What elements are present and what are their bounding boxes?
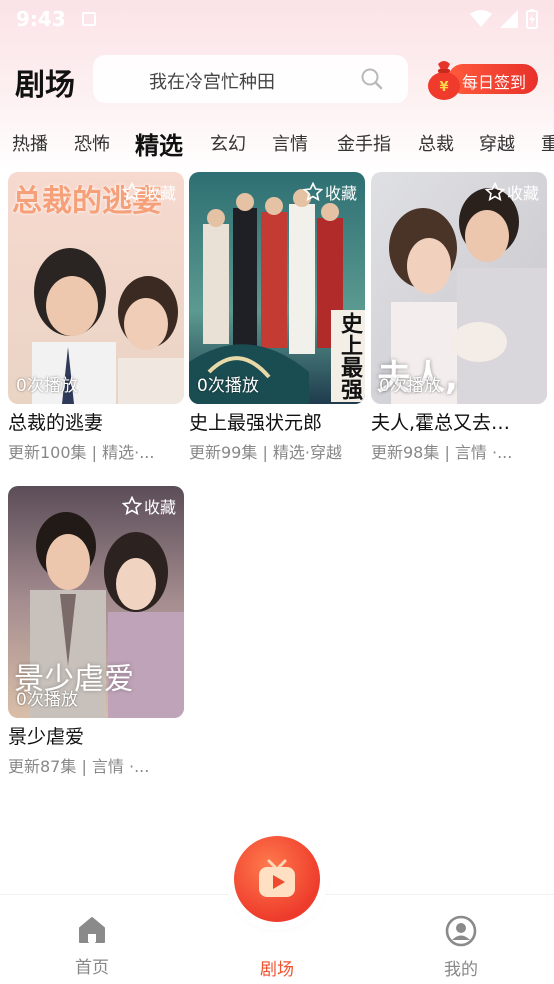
- wifi-icon: [470, 10, 492, 27]
- status-icons: [470, 9, 538, 29]
- drama-poster[interactable]: 景少虐爱 收藏 0次播放: [8, 486, 184, 718]
- favorite-label: 收藏: [143, 498, 176, 517]
- drama-title[interactable]: 总裁的逃妻: [8, 408, 184, 435]
- play-count: 0次播放: [379, 376, 441, 396]
- star-icon: [484, 182, 505, 202]
- drama-card[interactable]: 史上最强 收藏 0次播放 史上最强状元郎 更新99集 | 精选·穿越: [189, 172, 365, 463]
- drama-poster[interactable]: 史上最强 收藏 0次播放: [189, 172, 365, 404]
- drama-meta: 更新87集 | 言情 ·...: [8, 757, 150, 776]
- drama-poster[interactable]: 总裁的逃妻 收藏 0次播放: [8, 172, 184, 404]
- profile-icon: [445, 915, 477, 947]
- checkin-label: 每日签到: [462, 73, 527, 92]
- drama-card[interactable]: 总裁的逃妻 收藏 0次播放 总裁的逃妻 更新100集 | 精选·...: [8, 172, 184, 463]
- status-bar: 9:43: [0, 0, 554, 38]
- money-bag-icon: ¥: [428, 61, 460, 100]
- play-count: 0次播放: [197, 376, 259, 396]
- search-input[interactable]: 我在冷宫忙种田: [93, 55, 408, 103]
- notification-icon: [81, 12, 96, 26]
- theater-icon: [259, 859, 295, 897]
- favorite-label: 收藏: [506, 184, 539, 203]
- tab-fantasy[interactable]: 玄幻: [210, 130, 246, 156]
- drama-title[interactable]: 史上最强状元郎: [189, 408, 365, 435]
- nav-home-label: 首页: [75, 958, 109, 978]
- home-icon: [79, 917, 105, 943]
- nav-profile[interactable]: 我的: [421, 915, 501, 980]
- tab-horror[interactable]: 恐怖: [74, 130, 110, 156]
- search-placeholder: 我在冷宫忙种田: [149, 72, 275, 93]
- drama-title[interactable]: 夫人,霍总又去…: [371, 408, 547, 435]
- play-count: 0次播放: [16, 376, 78, 396]
- star-icon: [302, 182, 323, 202]
- tab-romance[interactable]: 言情: [272, 130, 308, 156]
- drama-meta: 更新99集 | 精选·穿越: [189, 443, 343, 462]
- tab-rebirth[interactable]: 重: [541, 130, 554, 156]
- drama-meta: 更新100集 | 精选·...: [8, 443, 155, 462]
- page-title: 剧场: [15, 68, 75, 103]
- tab-featured[interactable]: 精选: [135, 126, 183, 161]
- favorite-button[interactable]: 收藏: [484, 180, 539, 204]
- top-bar: 剧场 我在冷宫忙种田 ¥ 每日签到: [0, 52, 554, 108]
- drama-card[interactable]: 景少虐爱 收藏 0次播放 景少虐爱 更新87集 | 言情 ·...: [8, 486, 184, 777]
- poster-title-text: 史上最强: [331, 310, 365, 402]
- drama-poster[interactable]: 夫人, 收藏 0次播放: [371, 172, 547, 404]
- drama-meta: 更新98集 | 言情 ·...: [371, 443, 513, 462]
- star-icon: [121, 496, 142, 516]
- favorite-label: 收藏: [324, 184, 357, 203]
- favorite-label: 收藏: [143, 184, 176, 203]
- drama-card[interactable]: 夫人, 收藏 0次播放 夫人,霍总又去… 更新98集 | 言情 ·...: [371, 172, 547, 463]
- play-count: 0次播放: [16, 690, 78, 710]
- nav-home[interactable]: 首页: [52, 915, 132, 978]
- favorite-button[interactable]: 收藏: [121, 494, 176, 518]
- signal-icon: [500, 10, 518, 28]
- nav-profile-label: 我的: [444, 960, 478, 980]
- category-tabs: 热播 恐怖 精选 玄幻 言情 金手指 总裁 穿越 重: [0, 124, 554, 164]
- search-icon[interactable]: [360, 67, 384, 91]
- tab-hot[interactable]: 热播: [12, 130, 48, 156]
- tab-golden-finger[interactable]: 金手指: [337, 130, 391, 156]
- favorite-button[interactable]: 收藏: [302, 180, 357, 204]
- favorite-button[interactable]: 收藏: [121, 180, 176, 204]
- battery-icon: [526, 9, 538, 29]
- nav-theater[interactable]: 剧场: [237, 955, 317, 980]
- status-time: 9:43: [16, 7, 66, 31]
- daily-checkin-button[interactable]: ¥ 每日签到: [424, 58, 538, 100]
- tab-ceo[interactable]: 总裁: [418, 130, 454, 156]
- svg-text:¥: ¥: [439, 80, 448, 95]
- drama-title[interactable]: 景少虐爱: [8, 722, 184, 749]
- star-icon: [121, 182, 142, 202]
- tab-time-travel[interactable]: 穿越: [479, 130, 515, 156]
- nav-theater-label: 剧场: [260, 960, 294, 980]
- theater-center-button[interactable]: [234, 836, 320, 922]
